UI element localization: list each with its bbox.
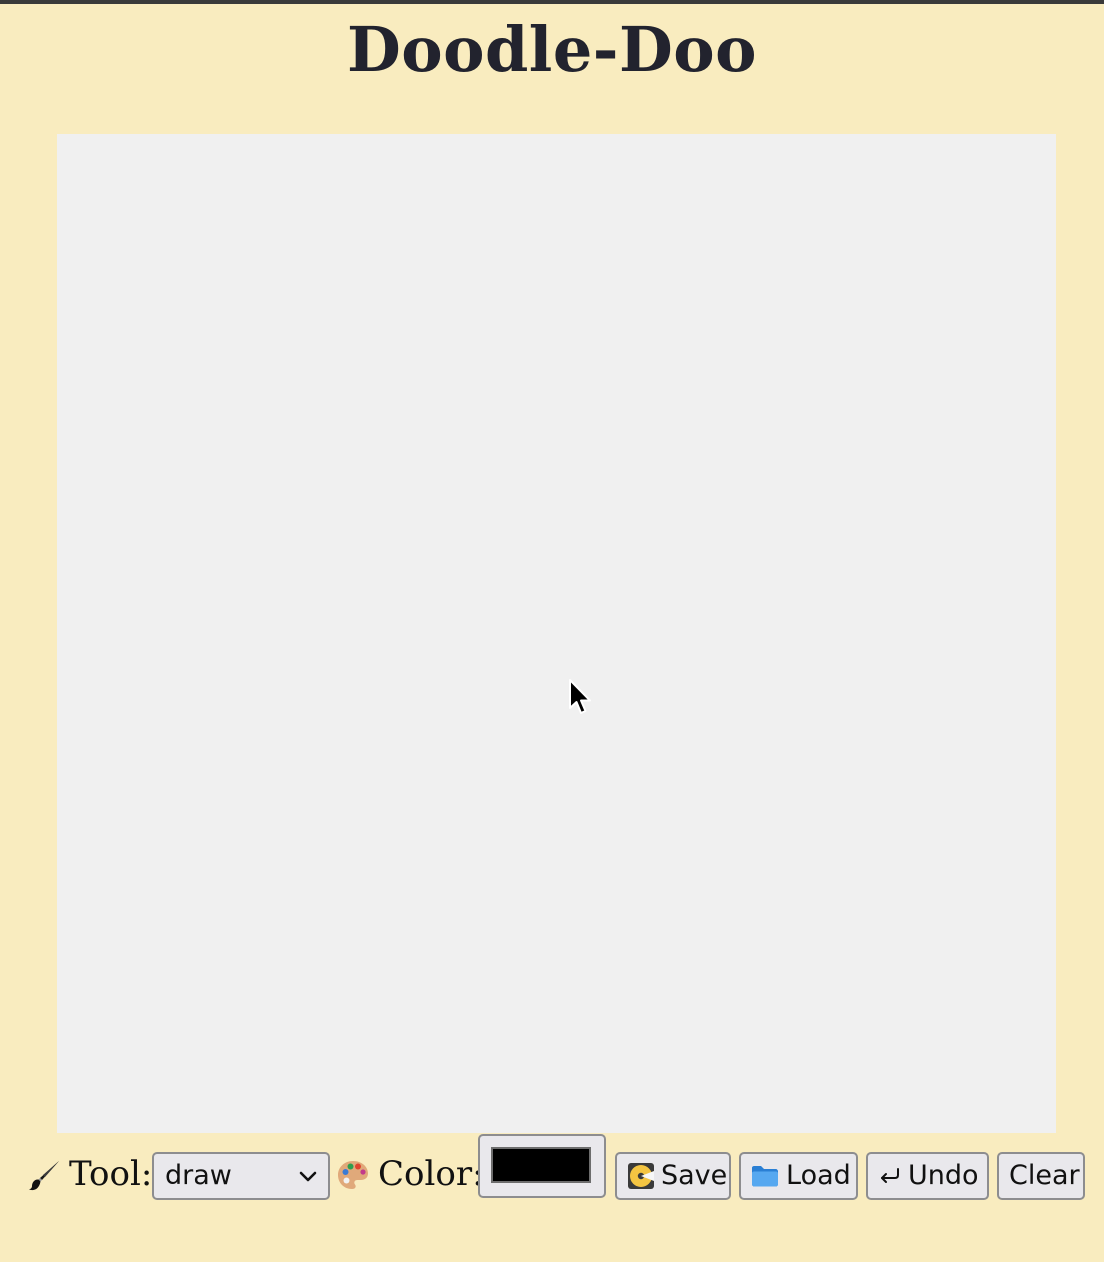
load-button[interactable]: Load <box>739 1152 858 1200</box>
drawing-canvas[interactable] <box>57 134 1056 1133</box>
tool-select[interactable]: draw <box>152 1152 330 1200</box>
save-disk-icon <box>628 1163 654 1189</box>
clear-button[interactable]: Clear <box>997 1152 1085 1200</box>
mouse-cursor-icon <box>569 679 591 714</box>
color-picker[interactable] <box>478 1134 606 1198</box>
tool-label: Tool: <box>69 1154 153 1194</box>
color-swatch <box>491 1147 591 1183</box>
paintbrush-icon <box>29 1161 59 1191</box>
return-arrow-icon <box>881 1168 899 1183</box>
save-button-label: Save <box>661 1160 728 1191</box>
toolbar: Tool: draw Color: Save Load Undo Clear <box>28 1134 1088 1200</box>
save-button[interactable]: Save <box>615 1152 731 1200</box>
folder-icon <box>752 1166 778 1187</box>
color-label: Color: <box>378 1154 484 1194</box>
page-title: Doodle-Doo <box>346 13 758 86</box>
undo-button-label: Undo <box>908 1160 979 1191</box>
tool-select-value: draw <box>165 1160 232 1191</box>
top-border <box>0 0 1104 4</box>
chevron-down-icon <box>299 1171 317 1182</box>
artist-palette-icon <box>338 1161 368 1189</box>
undo-button[interactable]: Undo <box>866 1152 989 1200</box>
load-button-label: Load <box>786 1160 851 1191</box>
clear-button-label: Clear <box>1009 1160 1080 1191</box>
